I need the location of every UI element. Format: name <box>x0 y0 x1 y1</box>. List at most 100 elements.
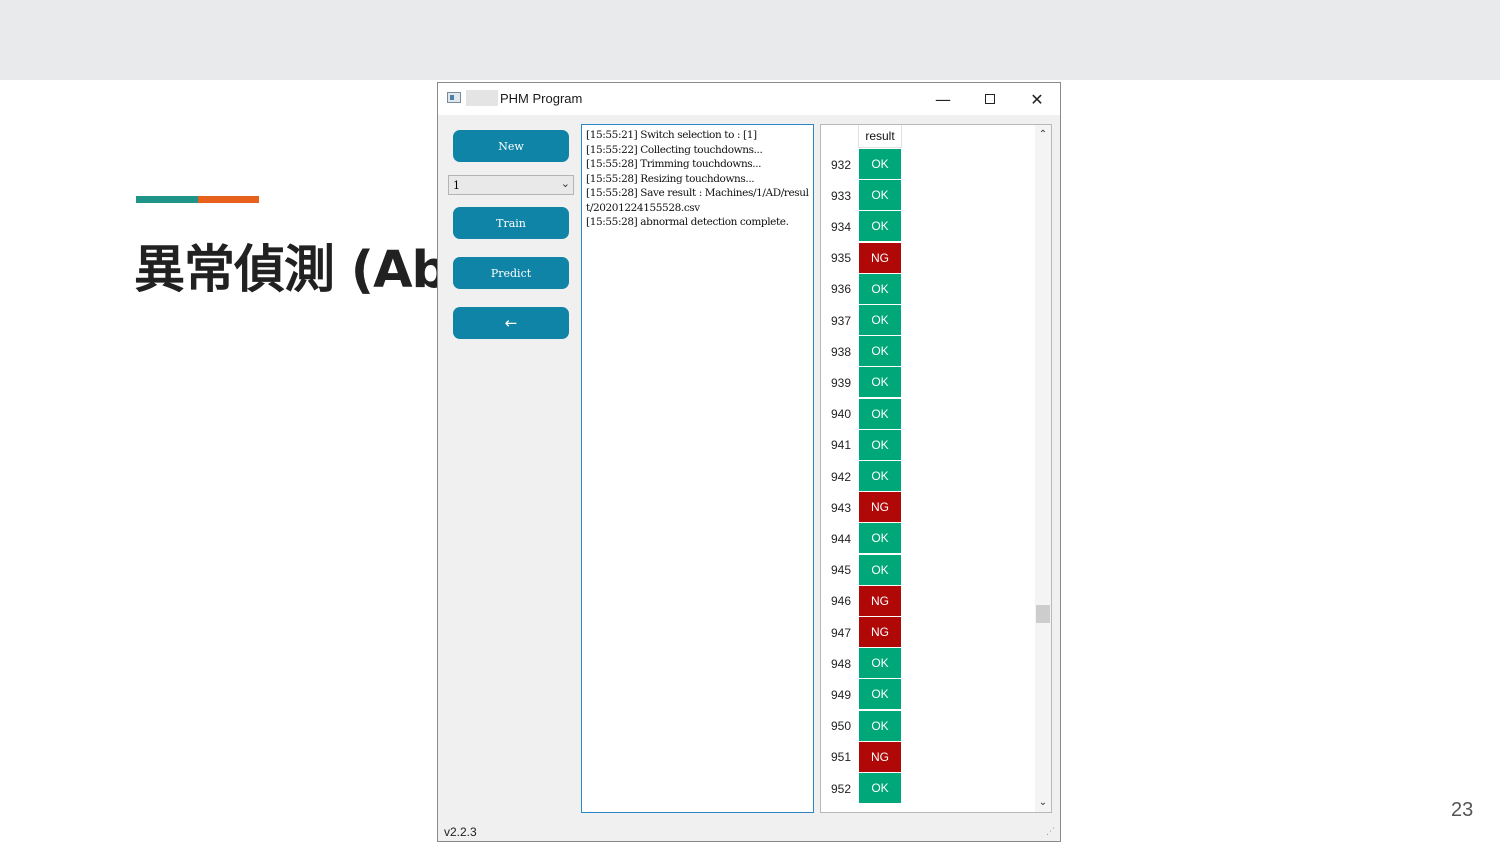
table-row[interactable]: 950 OK <box>821 710 901 742</box>
result-cell[interactable]: OK <box>859 398 901 429</box>
log-line: [15:55:28] Resizing touchdowns... <box>586 172 755 185</box>
chevron-down-icon: ⌄ <box>560 177 570 190</box>
row-index: 951 <box>830 750 851 765</box>
table-row[interactable]: 942 OK <box>821 461 901 492</box>
row-index: 937 <box>830 313 851 328</box>
result-cell[interactable]: OK <box>859 710 901 741</box>
title-accent-teal <box>136 196 198 203</box>
table-row[interactable]: 935 NG <box>821 242 901 274</box>
log-output[interactable]: [15:55:21] Switch selection to : [1] [15… <box>581 124 814 813</box>
result-cell[interactable]: OK <box>859 429 901 460</box>
title-accent-orange <box>198 196 259 203</box>
table-row[interactable]: 951 NG <box>821 741 901 773</box>
close-button[interactable]: ✕ <box>1014 83 1060 115</box>
result-cell[interactable]: NG <box>859 492 901 523</box>
log-line: [15:55:28] Save result : Machines/1/AD/r… <box>586 187 809 214</box>
result-cell[interactable]: OK <box>859 273 901 304</box>
maximize-icon <box>985 94 995 104</box>
result-cell[interactable]: OK <box>859 648 901 679</box>
row-index: 949 <box>830 687 851 702</box>
close-icon: ✕ <box>1030 89 1044 109</box>
row-index: 947 <box>830 625 851 640</box>
results-table[interactable]: result 932 OK 933 OK 934 OK 935 NG 936 OK 937 OK 938… <box>820 124 1052 813</box>
table-row[interactable]: 938 OK <box>821 336 901 367</box>
app-window: PHM Program — ✕ New 1 ⌄ Train Predict ← … <box>437 82 1061 842</box>
log-line: [15:55:22] Collecting touchdowns... <box>586 143 763 156</box>
scroll-down-arrow-icon[interactable]: ⌄ <box>1035 795 1051 809</box>
table-row[interactable]: 945 OK <box>821 554 901 586</box>
table-row[interactable]: 934 OK <box>821 211 901 242</box>
row-index: 939 <box>830 375 851 390</box>
table-row[interactable]: 937 OK <box>821 305 901 336</box>
row-index: 933 <box>830 188 851 203</box>
scroll-up-arrow-icon[interactable]: ⌃ <box>1035 127 1051 141</box>
result-cell[interactable]: OK <box>859 180 901 211</box>
row-index: 945 <box>830 563 851 578</box>
result-cell[interactable]: OK <box>859 336 901 367</box>
table-row[interactable]: 940 OK <box>821 398 901 430</box>
row-index: 942 <box>830 469 851 484</box>
row-index: 938 <box>830 344 851 359</box>
table-row[interactable]: 933 OK <box>821 180 901 211</box>
row-index: 940 <box>830 407 851 422</box>
predict-button[interactable]: Predict <box>453 257 569 289</box>
page-number: 23 <box>1451 799 1474 821</box>
minimize-button[interactable]: — <box>920 83 966 115</box>
result-column-header[interactable]: result <box>858 125 902 148</box>
result-cell[interactable]: OK <box>859 523 901 554</box>
table-row[interactable]: 944 OK <box>821 523 901 554</box>
result-cell[interactable]: NG <box>859 585 901 616</box>
row-index: 943 <box>830 500 851 515</box>
selection-value: 1 <box>453 179 460 192</box>
window-title: PHM Program <box>500 91 583 106</box>
row-index: 936 <box>830 282 851 297</box>
table-row[interactable]: 943 NG <box>821 492 901 523</box>
row-index: 950 <box>830 719 851 734</box>
row-index: 946 <box>830 594 851 609</box>
row-index: 941 <box>830 438 851 453</box>
redacted-title-text <box>466 90 498 106</box>
result-cell[interactable]: OK <box>859 211 901 242</box>
result-cell[interactable]: NG <box>859 242 901 273</box>
new-button[interactable]: New <box>453 130 569 162</box>
result-cell[interactable]: OK <box>859 773 901 803</box>
result-cell[interactable]: NG <box>859 617 901 647</box>
row-index: 948 <box>830 656 851 671</box>
row-index: 935 <box>830 251 851 266</box>
table-row[interactable]: 948 OK <box>821 648 901 679</box>
result-cell[interactable]: OK <box>859 305 901 335</box>
table-row[interactable]: 949 OK <box>821 679 901 710</box>
selection-dropdown[interactable]: 1 ⌄ <box>448 175 574 195</box>
table-row[interactable]: 932 OK <box>821 149 901 180</box>
back-button[interactable]: ← <box>453 307 569 339</box>
result-cell[interactable]: OK <box>859 149 901 179</box>
table-row[interactable]: 936 OK <box>821 273 901 305</box>
table-row[interactable]: 946 NG <box>821 585 901 617</box>
log-line: [15:55:28] abnormal detection complete. <box>586 216 789 228</box>
minimize-icon: — <box>935 89 951 109</box>
resize-grip-icon[interactable]: ⋰ <box>1046 827 1055 837</box>
scrollbar-thumb[interactable] <box>1036 605 1050 623</box>
row-index: 952 <box>830 781 851 796</box>
slide-top-band <box>0 0 1500 80</box>
row-index: 932 <box>830 157 851 172</box>
table-row[interactable]: 947 NG <box>821 617 901 648</box>
vertical-scrollbar[interactable]: ⌃ ⌄ <box>1035 125 1051 812</box>
app-window-icon <box>447 92 461 103</box>
slide-title: 異常偵測 (Ab <box>134 241 448 300</box>
title-bar[interactable]: PHM Program — ✕ <box>438 83 1060 115</box>
version-label: v2.2.3 <box>444 825 477 839</box>
result-cell[interactable]: OK <box>859 554 901 585</box>
result-cell[interactable]: OK <box>859 367 901 398</box>
log-line: [15:55:28] Trimming touchdowns... <box>586 158 762 170</box>
table-row[interactable]: 941 OK <box>821 429 901 461</box>
table-row[interactable]: 939 OK <box>821 367 901 398</box>
table-row[interactable]: 952 OK <box>821 773 901 804</box>
result-cell[interactable]: OK <box>859 461 901 491</box>
row-index: 934 <box>830 219 851 234</box>
log-line: [15:55:21] Switch selection to : [1] <box>586 129 757 141</box>
maximize-button[interactable] <box>967 83 1013 115</box>
result-cell[interactable]: OK <box>859 679 901 710</box>
result-cell[interactable]: NG <box>859 741 901 772</box>
train-button[interactable]: Train <box>453 207 569 239</box>
